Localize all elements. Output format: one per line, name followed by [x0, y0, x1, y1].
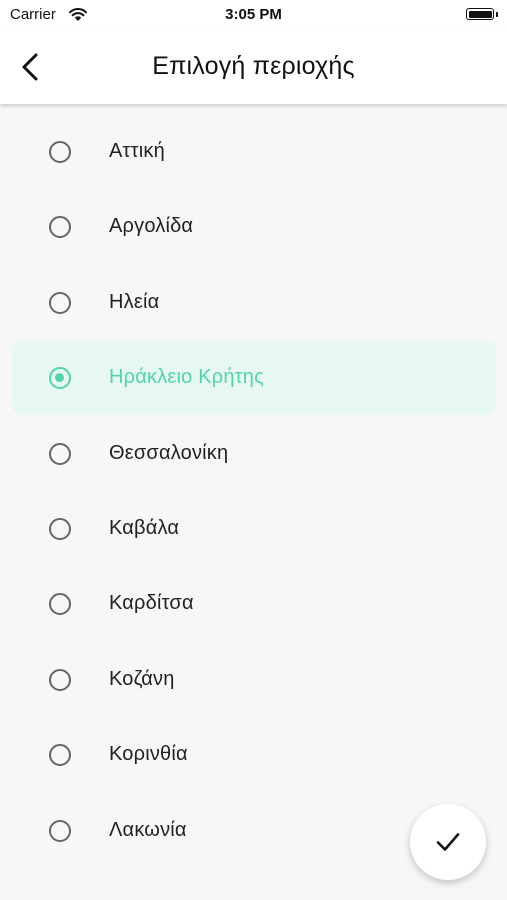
region-item-selected[interactable]: Ηράκλειο Κρήτης: [12, 341, 496, 416]
status-bar: Carrier 3:05 PM: [0, 0, 507, 30]
region-item[interactable]: Κορινθία: [12, 718, 496, 792]
region-label: Καβάλα: [109, 517, 180, 539]
region-label: Ηλεία: [109, 290, 160, 313]
region-label: Λακωνία: [109, 818, 187, 841]
check-icon: [436, 833, 460, 851]
confirm-button[interactable]: [410, 804, 486, 880]
region-label: Κοζάνη: [109, 667, 175, 690]
region-item[interactable]: Καβάλα: [12, 492, 496, 566]
radio-button[interactable]: [49, 744, 71, 767]
radio-button[interactable]: [49, 141, 71, 163]
radio-button[interactable]: [49, 291, 71, 314]
radio-button[interactable]: [49, 367, 71, 390]
radio-button[interactable]: [49, 819, 71, 842]
battery-level: [468, 10, 492, 18]
region-label: Κορινθία: [109, 743, 188, 766]
battery-icon: [466, 8, 494, 20]
region-label: Θεσσαλονίκη: [109, 441, 229, 464]
app-bar: Επιλογή περιοχής: [0, 30, 507, 104]
region-item[interactable]: Κοζάνη: [12, 643, 496, 717]
region-item[interactable]: Αργολίδα: [12, 190, 496, 264]
region-list: Αττική Αργολίδα Ηλεία Ηράκλειο Κρήτης Θε…: [0, 104, 507, 900]
radio-button[interactable]: [49, 593, 71, 616]
region-item[interactable]: Θεσσαλονίκη: [12, 417, 496, 491]
region-item[interactable]: Αττική: [12, 115, 496, 189]
radio-button[interactable]: [49, 442, 71, 465]
region-item[interactable]: Καρδίτσα: [12, 567, 496, 641]
page-title: Επιλογή περιοχής: [152, 52, 355, 80]
region-label: Αττική: [109, 140, 165, 162]
status-time: 3:05 PM: [225, 6, 282, 23]
radio-button[interactable]: [49, 668, 71, 691]
radio-button[interactable]: [49, 518, 71, 540]
radio-selected-dot: [55, 373, 64, 383]
region-label: Καρδίτσα: [109, 592, 194, 615]
battery-cap: [496, 12, 498, 17]
region-item[interactable]: Ηλεία: [12, 266, 496, 340]
radio-button[interactable]: [49, 216, 71, 239]
region-label: Ηράκλειο Κρήτης: [109, 366, 264, 389]
region-label: Αργολίδα: [109, 215, 194, 238]
